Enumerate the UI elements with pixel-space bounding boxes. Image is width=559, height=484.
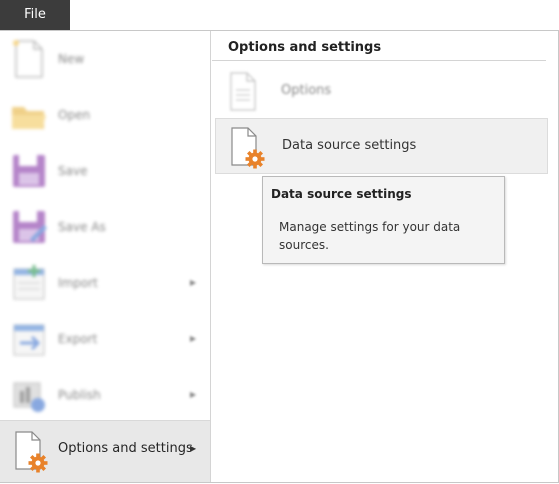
panel-item-data-source-settings[interactable]: Data source settings: [215, 118, 548, 174]
folder-icon: [12, 107, 46, 129]
sidebar-item-save[interactable]: Save: [0, 143, 210, 199]
sidebar-item-import[interactable]: Import ▶: [0, 255, 210, 311]
chevron-right-icon: ▶: [190, 278, 197, 287]
document-gear-icon: [15, 431, 48, 473]
sidebar-item-label: Options and settings: [58, 441, 193, 456]
chevron-right-icon: ▶: [190, 334, 197, 343]
import-icon: [13, 265, 45, 300]
sidebar-item-save-as[interactable]: Save As: [0, 199, 210, 255]
sidebar-item-new[interactable]: New: [0, 31, 210, 87]
backstage-sidebar: New Open Save Save As Import ▶ Export ▶ …: [0, 31, 211, 482]
save-icon: [13, 155, 45, 187]
publish-icon: [13, 382, 45, 412]
export-icon: [13, 324, 45, 356]
sidebar-item-options-and-settings[interactable]: Options and settings ▶: [0, 420, 210, 482]
panel-item-label: Data source settings: [282, 138, 417, 153]
tooltip-title: Data source settings: [271, 187, 412, 201]
sidebar-item-label: Publish: [58, 388, 101, 402]
chevron-right-icon: ▶: [190, 444, 197, 453]
sidebar-item-label: Export: [58, 332, 98, 346]
save-as-icon: [13, 211, 47, 243]
sidebar-item-label: New: [58, 52, 85, 66]
tooltip: Data source settings Manage settings for…: [262, 176, 505, 264]
new-document-icon: [13, 40, 43, 78]
sidebar-item-label: Import: [58, 276, 98, 290]
document-lines-icon: [230, 72, 256, 111]
sidebar-item-open[interactable]: Open: [0, 87, 210, 143]
panel-item-label: Options: [281, 83, 332, 98]
page-title: Options and settings: [228, 40, 382, 55]
sidebar-item-label: Save: [58, 164, 88, 178]
sidebar-item-label: Open: [58, 108, 91, 122]
document-gear-icon: [231, 127, 265, 169]
panel-header: Options and settings: [212, 38, 546, 61]
sidebar-item-publish[interactable]: Publish ▶: [0, 367, 210, 423]
file-tab[interactable]: File: [0, 0, 70, 30]
sidebar-item-label: Save As: [58, 220, 106, 234]
ribbon-bar: File: [0, 0, 559, 31]
chevron-right-icon: ▶: [190, 390, 197, 399]
panel-item-options[interactable]: Options: [215, 64, 546, 118]
tooltip-description: Manage settings for your data sources.: [279, 220, 461, 252]
sidebar-item-export[interactable]: Export ▶: [0, 311, 210, 367]
